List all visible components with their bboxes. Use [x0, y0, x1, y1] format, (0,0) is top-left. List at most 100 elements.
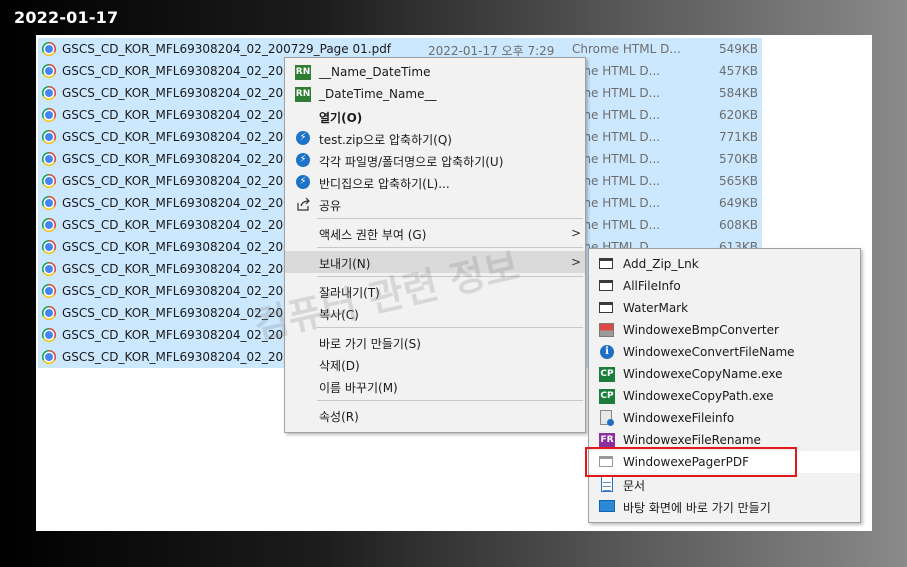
menu-separator: [317, 218, 583, 219]
menu-separator: [317, 327, 583, 328]
menu-item-share[interactable]: 공유: [285, 193, 585, 215]
menu-separator: [317, 247, 583, 248]
send-to-copy-path[interactable]: CP WindowexeCopyPath.exe: [589, 385, 860, 407]
menu-item-copy[interactable]: 복사(C): [285, 302, 585, 324]
send-to-convert-file-name[interactable]: i WindowexeConvertFileName: [589, 341, 860, 363]
menu-item-label: 속성(R): [319, 410, 359, 424]
file-size: 549KB: [718, 42, 758, 56]
menu-item-label: test.zip으로 압축하기(Q): [319, 133, 452, 147]
info-icon: i: [600, 345, 614, 359]
submenu-item-label: WindowexeCopyPath.exe: [623, 389, 774, 403]
menu-item-compress-bandizip[interactable]: ⚡ 반디집으로 압축하기(L)...: [285, 171, 585, 193]
rn-icon: RN: [295, 87, 311, 102]
menu-item-open[interactable]: 열기(O): [285, 105, 585, 127]
document-icon: [601, 476, 613, 492]
menu-separator: [317, 400, 583, 401]
menu-item-send-to[interactable]: 보내기(N) >: [285, 251, 585, 273]
file-type: Chrome HTML D...: [572, 42, 681, 56]
menu-item-label: 액세스 권한 부여 (G): [319, 228, 427, 242]
send-to-allfileinfo[interactable]: AllFileInfo: [589, 275, 860, 297]
submenu-item-label: 문서: [623, 479, 646, 493]
chevron-right-icon: >: [570, 226, 581, 240]
menu-item-compress-each[interactable]: ⚡ 각각 파일명/폴더명으로 압축하기(U): [285, 149, 585, 171]
send-to-desktop-shortcut[interactable]: 바탕 화면에 바로 가기 만들기: [589, 495, 860, 517]
menu-item-label: 공유: [319, 199, 342, 213]
chrome-icon: [42, 174, 56, 188]
chrome-icon: [42, 196, 56, 210]
menu-item-compress-test-zip[interactable]: ⚡ test.zip으로 압축하기(Q): [285, 127, 585, 149]
menu-item-label: 각각 파일명/폴더명으로 압축하기(U): [319, 155, 504, 169]
menu-item-rename[interactable]: 이름 바꾸기(M): [285, 375, 585, 397]
send-to-fileinfo[interactable]: WindowexeFileinfo: [589, 407, 860, 429]
file-size: 620KB: [718, 108, 758, 122]
menu-item-label: 삭제(D): [319, 359, 360, 373]
menu-item-cut[interactable]: 잘라내기(T): [285, 280, 585, 302]
chrome-icon: [42, 130, 56, 144]
file-size: 584KB: [718, 86, 758, 100]
bandizip-icon: ⚡: [296, 153, 310, 167]
desktop-icon: [599, 500, 615, 512]
chrome-icon: [42, 64, 56, 78]
window-icon: [599, 258, 613, 269]
submenu-item-label: WindowexeBmpConverter: [623, 323, 779, 337]
menu-item-label: __Name_DateTime: [319, 65, 431, 79]
file-size: 457KB: [718, 64, 758, 78]
fileinfo-icon: [600, 410, 614, 426]
file-size: 771KB: [718, 130, 758, 144]
bmp-converter-icon: [599, 323, 614, 337]
menu-item-create-shortcut[interactable]: 바로 가기 만들기(S): [285, 331, 585, 353]
file-name: GSCS_CD_KOR_MFL69308204_02_20072: [62, 306, 306, 320]
menu-item-label: 이름 바꾸기(M): [319, 381, 398, 395]
chrome-icon: [42, 240, 56, 254]
chrome-icon: [42, 284, 56, 298]
file-name: GSCS_CD_KOR_MFL69308204_02_20072: [62, 108, 306, 122]
menu-item-name-datetime[interactable]: RN __Name_DateTime: [285, 61, 585, 83]
submenu-item-label: WindowexeFileinfo: [623, 411, 735, 425]
menu-item-datetime-name[interactable]: RN _DateTime_Name__: [285, 83, 585, 105]
chrome-icon: [42, 152, 56, 166]
menu-item-label: 반디집으로 압축하기(L)...: [319, 177, 450, 191]
file-name: GSCS_CD_KOR_MFL69308204_02_20072: [62, 86, 306, 100]
chrome-icon: [42, 350, 56, 364]
cp-icon: CP: [599, 389, 615, 404]
send-to-add-zip-lnk[interactable]: Add_Zip_Lnk: [589, 253, 860, 275]
bandizip-icon: ⚡: [296, 175, 310, 189]
file-name: GSCS_CD_KOR_MFL69308204_02_20072: [62, 152, 306, 166]
file-name: GSCS_CD_KOR_MFL69308204_02_200729_Page 0…: [62, 42, 392, 56]
chrome-icon: [42, 108, 56, 122]
file-name: GSCS_CD_KOR_MFL69308204_02_20072: [62, 196, 306, 210]
chrome-icon: [42, 42, 56, 56]
bandizip-icon: ⚡: [296, 131, 310, 145]
rn-icon: RN: [295, 65, 311, 80]
send-to-submenu: Add_Zip_Lnk AllFileInfo WaterMark Window…: [588, 248, 861, 523]
chrome-icon: [42, 262, 56, 276]
file-name: GSCS_CD_KOR_MFL69308204_02_20072: [62, 350, 306, 364]
date-title: 2022-01-17: [14, 8, 119, 27]
send-to-copy-name[interactable]: CP WindowexeCopyName.exe: [589, 363, 860, 385]
menu-item-label: 열기(O): [319, 111, 363, 125]
chrome-icon: [42, 328, 56, 342]
menu-item-grant-access[interactable]: 액세스 권한 부여 (G) >: [285, 222, 585, 244]
menu-item-label: 잘라내기(T): [319, 286, 380, 300]
menu-separator: [317, 276, 583, 277]
menu-item-label: 보내기(N): [319, 257, 371, 271]
send-to-bmp-converter[interactable]: WindowexeBmpConverter: [589, 319, 860, 341]
file-size: 570KB: [718, 152, 758, 166]
file-name: GSCS_CD_KOR_MFL69308204_02_20072: [62, 218, 306, 232]
submenu-item-label: WindowexeCopyName.exe: [623, 367, 783, 381]
file-name: GSCS_CD_KOR_MFL69308204_02_20072: [62, 284, 306, 298]
file-size: 649KB: [718, 196, 758, 210]
window-icon: [599, 280, 613, 291]
menu-item-label: 바로 가기 만들기(S): [319, 337, 421, 351]
menu-item-properties[interactable]: 속성(R): [285, 404, 585, 426]
cp-icon: CP: [599, 367, 615, 382]
menu-item-delete[interactable]: 삭제(D): [285, 353, 585, 375]
file-name: GSCS_CD_KOR_MFL69308204_02_20072: [62, 240, 306, 254]
menu-item-label: 복사(C): [319, 308, 359, 322]
submenu-item-label: AllFileInfo: [623, 279, 681, 293]
send-to-watermark[interactable]: WaterMark: [589, 297, 860, 319]
focus-highlight-box: [585, 447, 797, 477]
file-size: 608KB: [718, 218, 758, 232]
submenu-item-label: Add_Zip_Lnk: [623, 257, 699, 271]
fr-icon: FR: [599, 433, 615, 448]
